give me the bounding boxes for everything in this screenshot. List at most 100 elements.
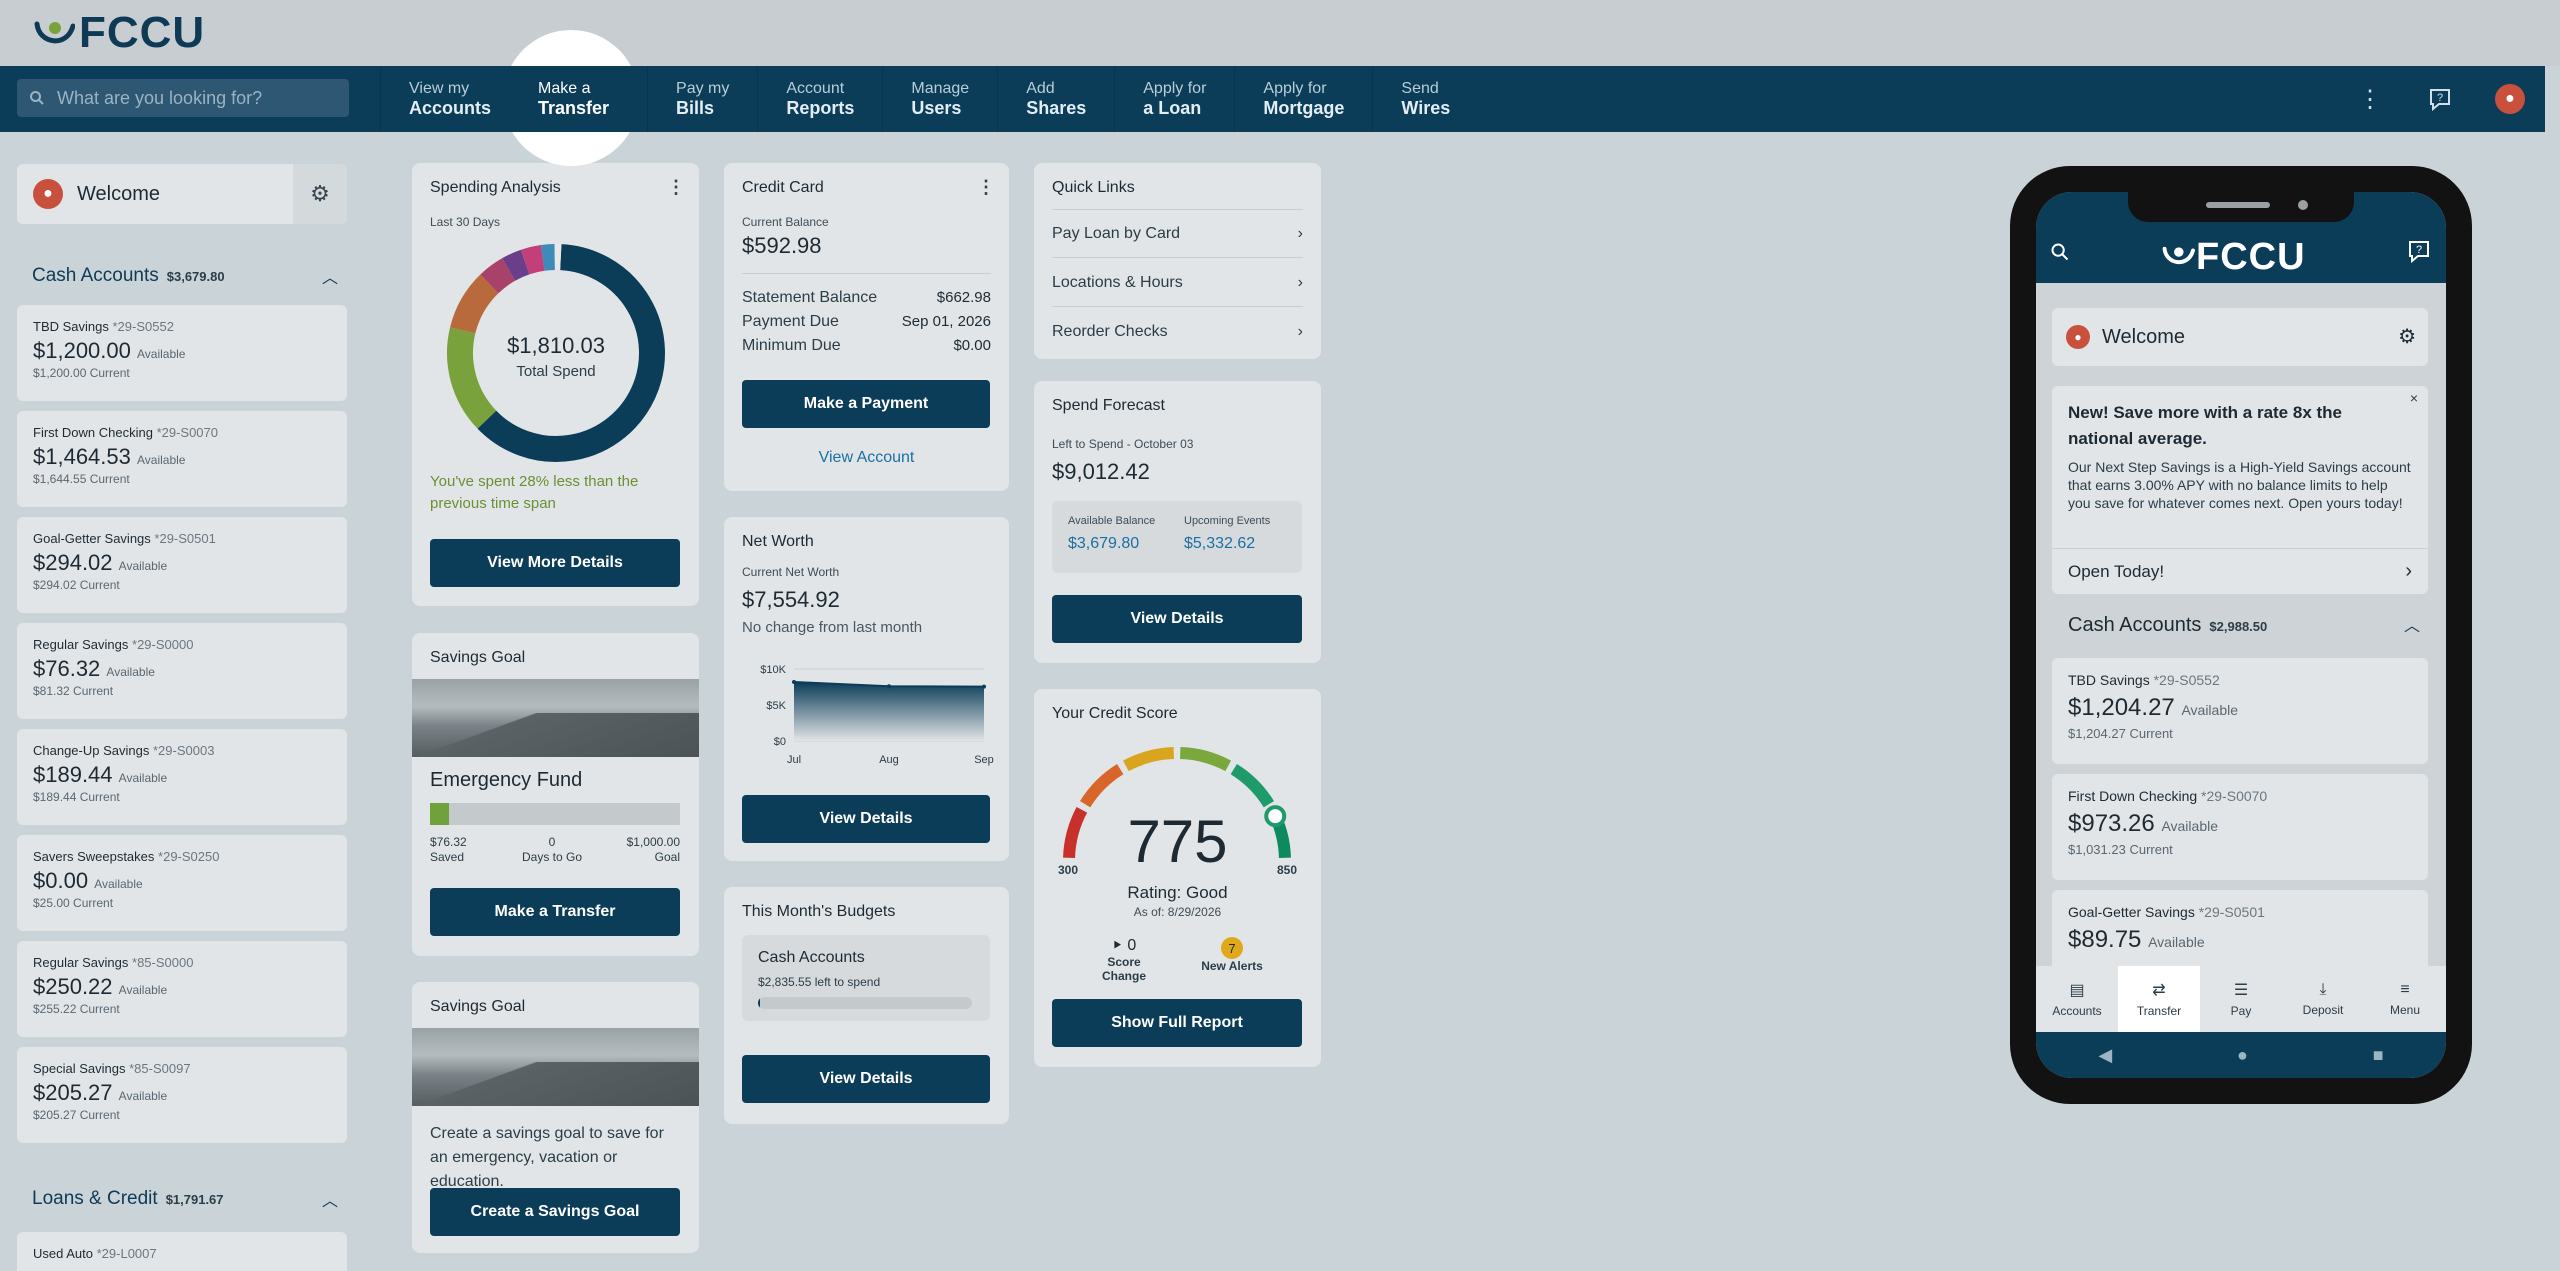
back-icon[interactable]: ◀ [2098, 1045, 2112, 1066]
help-chat-icon[interactable]: ? [2406, 238, 2432, 264]
user-avatar-icon: ● [2495, 84, 2525, 114]
create-savings-goal-button[interactable]: Create a Savings Goal [430, 1188, 680, 1236]
view-account-link[interactable]: View Account [724, 449, 1009, 467]
quick-link-locations[interactable]: Locations & Hours › [1052, 259, 1303, 307]
loans-credit-header[interactable]: Loans & Credit $1,791.67 [32, 1188, 224, 1210]
nav-apply-mortgage[interactable]: Apply for Mortgage [1234, 66, 1372, 132]
phone-welcome-text: Welcome [2102, 325, 2185, 348]
gauge-max: 850 [1276, 863, 1297, 877]
account-number: *29-S0552 [112, 319, 174, 334]
nav-view-accounts[interactable]: View my Accounts [380, 66, 519, 132]
account-number: *29-S0000 [132, 637, 194, 652]
make-a-transfer-button[interactable]: Make a Transfer [430, 888, 680, 936]
donut-segment[interactable] [502, 249, 530, 281]
home-icon[interactable]: ● [2237, 1045, 2248, 1066]
donut-segment[interactable] [540, 244, 556, 271]
transfer-spotlight-label[interactable]: Make a Transfer [538, 80, 609, 118]
budgets-view-details-button[interactable]: View Details [742, 1055, 990, 1103]
open-today-link[interactable]: Open Today! › [2052, 548, 2428, 594]
nav-manage-users[interactable]: Manage Users [882, 66, 997, 132]
balance-label: Available [2181, 702, 2239, 718]
net-worth-view-details-button[interactable]: View Details [742, 795, 990, 843]
more-options-icon[interactable]: ⋮ [667, 177, 685, 198]
tab-deposit[interactable]: ⤓ Deposit [2282, 966, 2364, 1032]
tab-pay[interactable]: ☰ Pay [2200, 966, 2282, 1032]
net-worth-point[interactable] [792, 679, 796, 684]
budget-item[interactable]: Cash Accounts $2,835.55 left to spend [742, 935, 990, 1021]
net-worth-point[interactable] [887, 684, 891, 689]
donut-segment[interactable] [520, 245, 545, 275]
tab-accounts[interactable]: ▤ Accounts [2036, 966, 2118, 1032]
nav-send-wires[interactable]: Send Wires [1372, 66, 1478, 132]
brand-logo[interactable]: FCCU [33, 10, 205, 56]
close-icon[interactable]: × [2410, 390, 2418, 406]
phone-account-card[interactable]: First Down Checking *29-S0070 $973.26 Av… [2052, 774, 2428, 880]
current-balance: $205.27 Current [33, 1108, 120, 1122]
tab-transfer[interactable]: ⇄ Transfer [2118, 966, 2200, 1032]
logo-mark-icon [2162, 246, 2195, 265]
account-card[interactable]: Regular Savings *29-S0000 $76.32 Availab… [17, 623, 347, 719]
more-options-icon[interactable]: ⋮ [2335, 66, 2405, 132]
account-card[interactable]: Used Auto *29-L0007 [17, 1232, 347, 1271]
phone-mockup: FCCU ? ● Welcome ⚙ × New! Save more with… [2010, 166, 2472, 1104]
account-number: *29-S0552 [2153, 672, 2220, 688]
nav-add-shares[interactable]: Add Shares [997, 66, 1114, 132]
quick-link-reorder-checks[interactable]: Reorder Checks › [1052, 308, 1303, 356]
quick-link-pay-loan[interactable]: Pay Loan by Card › [1052, 210, 1303, 258]
tab-label: Pay [2230, 1004, 2252, 1018]
view-more-details-button[interactable]: View More Details [430, 539, 680, 587]
show-full-report-button[interactable]: Show Full Report [1052, 999, 1302, 1047]
donut-segment[interactable] [450, 274, 499, 334]
forecast-view-details-button[interactable]: View Details [1052, 595, 1302, 643]
search-input[interactable]: What are you looking for? [17, 79, 349, 117]
chevron-up-icon[interactable]: ︿ [2404, 612, 2420, 636]
account-name: Regular Savings [33, 637, 129, 652]
spotlight-label-top: Make a [538, 80, 591, 97]
settings-gear-icon[interactable]: ⚙ [293, 164, 347, 224]
search-icon[interactable] [2050, 242, 2070, 262]
period-label: Last 30 Days [430, 215, 501, 229]
nav-account-reports[interactable]: Account Reports [757, 66, 882, 132]
account-card[interactable]: First Down Checking *29-S0070 $1,464.53 … [17, 411, 347, 507]
more-options-icon[interactable]: ⋮ [977, 177, 995, 198]
nav-pay-bills[interactable]: Pay my Bills [647, 66, 757, 132]
phone-cash-accounts-header[interactable]: Cash Accounts $2,988.50 [2068, 614, 2267, 637]
net-worth-value: $7,554.92 [742, 587, 840, 612]
account-name: Special Savings [33, 1061, 126, 1076]
account-card[interactable]: Regular Savings *85-S0000 $250.22 Availa… [17, 941, 347, 1037]
balance-label: Available [118, 771, 168, 785]
new-alerts[interactable]: 7 New Alerts [1192, 937, 1272, 973]
credit-score-date: As of: 8/29/2026 [1133, 905, 1222, 919]
help-chat-icon[interactable]: ? [2405, 66, 2475, 132]
account-card[interactable]: Change-Up Savings *29-S0003 $189.44 Avai… [17, 729, 347, 825]
upcoming-events-label: Upcoming Events [1184, 515, 1271, 527]
account-card[interactable]: Special Savings *85-S0097 $205.27 Availa… [17, 1047, 347, 1143]
account-card[interactable]: TBD Savings *29-S0552 $1,200.00 Availabl… [17, 305, 347, 401]
chevron-up-icon[interactable]: ︿ [322, 1187, 338, 1211]
y-tick-label: $5K [766, 700, 786, 712]
cash-accounts-header[interactable]: Cash Accounts $3,679.80 [32, 265, 225, 287]
quick-link-label: Reorder Checks [1052, 323, 1168, 340]
make-a-payment-button[interactable]: Make a Payment [742, 380, 990, 428]
net-worth-point[interactable] [982, 684, 986, 689]
nav-apply-loan[interactable]: Apply for a Loan [1114, 66, 1234, 132]
card-title: Net Worth [742, 533, 814, 550]
donut-segment[interactable] [480, 258, 516, 294]
nav-label-top: Pay my [676, 80, 730, 97]
score-change-value: 0 [1127, 937, 1137, 954]
left-to-spend-value: $9,012.42 [1052, 459, 1150, 484]
phone-account-card[interactable]: TBD Savings *29-S0552 $1,204.27 Availabl… [2052, 658, 2428, 764]
balance-label: Available [118, 1089, 168, 1103]
account-card[interactable]: Savers Sweepstakes *29-S0250 $0.00 Avail… [17, 835, 347, 931]
recents-icon[interactable]: ■ [2373, 1045, 2384, 1066]
account-name: TBD Savings [33, 319, 109, 334]
profile-button[interactable]: ● [2475, 66, 2545, 132]
settings-gear-icon[interactable]: ⚙ [2398, 324, 2416, 349]
phone-brand-logo: FCCU [2160, 236, 2306, 279]
chevron-up-icon[interactable]: ︿ [322, 264, 338, 288]
tab-menu[interactable]: ≡ Menu [2364, 966, 2446, 1032]
y-tick-label: $10K [760, 664, 786, 676]
x-tick-label: Jul [787, 754, 801, 766]
account-card[interactable]: Goal-Getter Savings *29-S0501 $294.02 Av… [17, 517, 347, 613]
chevron-right-icon: ⯈ [1111, 937, 1123, 953]
